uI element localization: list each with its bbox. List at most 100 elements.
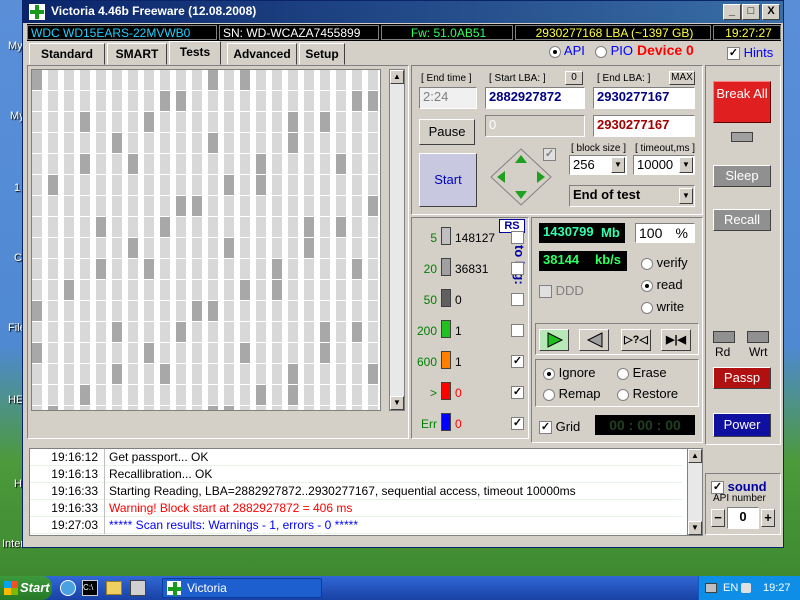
tab-advanced[interactable]: Advanced: [227, 43, 297, 65]
scan-block: [80, 154, 90, 174]
power-button[interactable]: Power: [713, 413, 771, 437]
ddd-check[interactable]: [539, 285, 552, 299]
play-backward-button[interactable]: [579, 329, 609, 351]
hints-check[interactable]: ✓: [727, 47, 740, 61]
grid-checkbox[interactable]: ✓ Grid: [539, 419, 580, 435]
read-label: read: [656, 277, 683, 292]
hints-checkbox[interactable]: ✓ Hints: [727, 45, 773, 61]
sound-checkbox[interactable]: ✓ sound: [711, 479, 767, 495]
minimize-button[interactable]: _: [723, 4, 741, 20]
api-number-field[interactable]: 0: [727, 507, 759, 529]
end-lba-max-button[interactable]: MAX: [669, 71, 695, 85]
close-button[interactable]: X: [762, 4, 780, 20]
verify-radio-dot[interactable]: [641, 257, 653, 270]
stats-log-checkbox[interactable]: ✓: [511, 417, 524, 430]
scan-block: [208, 154, 218, 174]
erase-radio[interactable]: Erase: [617, 365, 667, 380]
sleep-button[interactable]: Sleep: [713, 165, 771, 187]
stats-log-checkbox[interactable]: [511, 293, 524, 306]
ie-icon[interactable]: [60, 580, 76, 596]
desktop-icon-label[interactable]: C: [14, 252, 22, 264]
passport-button[interactable]: Passp: [713, 367, 771, 389]
grid-check[interactable]: ✓: [539, 421, 552, 435]
log-row: 19:16:13 Recallibration... OK: [30, 466, 682, 483]
device-label[interactable]: Device 0: [637, 42, 694, 58]
maximize-button[interactable]: □: [742, 4, 760, 20]
end-lba-field[interactable]: 2930277167: [593, 87, 695, 109]
api-decrement-button[interactable]: −: [711, 509, 725, 527]
tab-tests[interactable]: Tests: [169, 41, 221, 65]
stats-log-checkbox[interactable]: ✓: [511, 386, 524, 399]
write-radio-dot[interactable]: [641, 301, 653, 314]
block-size-dropdown-icon[interactable]: ▼: [611, 157, 625, 173]
stats-log-checkbox[interactable]: [511, 262, 524, 275]
start-button[interactable]: Start: [0, 576, 52, 600]
folder-icon[interactable]: [106, 581, 122, 595]
start-button[interactable]: Start: [419, 153, 477, 207]
timeout-dropdown-icon[interactable]: ▼: [679, 157, 693, 173]
start-lba-field[interactable]: 2882927872: [485, 87, 585, 109]
scan-block: [208, 217, 218, 237]
desktop-icon-label[interactable]: HE: [8, 394, 23, 406]
scan-block: [64, 133, 74, 153]
desktop-icon-label[interactable]: 1: [14, 182, 20, 194]
remap-radio-dot[interactable]: [543, 388, 555, 401]
tab-setup[interactable]: Setup: [299, 43, 345, 65]
tab-smart[interactable]: SMART: [107, 43, 167, 65]
scan-block: [128, 406, 138, 410]
restore-radio[interactable]: Restore: [617, 386, 678, 401]
write-radio[interactable]: write: [641, 299, 684, 314]
end-action-select[interactable]: End of test: [569, 185, 695, 207]
scan-block: [288, 385, 298, 405]
api-increment-button[interactable]: +: [761, 509, 775, 527]
play-forward-button[interactable]: [539, 329, 569, 351]
taskbar-victoria-button[interactable]: Victoria: [162, 578, 322, 598]
pio-radio-dot[interactable]: [595, 45, 607, 58]
desktop-icon-label[interactable]: H: [14, 478, 22, 490]
stats-log-checkbox[interactable]: ✓: [511, 355, 524, 368]
scan-block: [160, 175, 170, 195]
scroll-up-icon[interactable]: ▲: [390, 70, 404, 84]
scan-block: [176, 280, 186, 300]
log-scroll-down-icon[interactable]: ▼: [688, 521, 702, 535]
remap-radio[interactable]: Remap: [543, 386, 601, 401]
verify-radio[interactable]: verify: [641, 255, 688, 270]
butterfly-button[interactable]: ▶|◀: [661, 329, 691, 351]
stats-log-checkbox[interactable]: [511, 231, 524, 244]
disk-tool-icon[interactable]: [130, 580, 146, 596]
ignore-radio[interactable]: Ignore: [543, 365, 596, 380]
title-bar[interactable]: Victoria 4.46b Freeware (12.08.2008) _ □…: [23, 1, 783, 23]
tab-standard[interactable]: Standard: [29, 43, 105, 65]
break-all-button[interactable]: Break All: [713, 81, 771, 123]
scroll-down-icon[interactable]: ▼: [390, 396, 404, 410]
end-action-dropdown-icon[interactable]: ▼: [679, 188, 693, 204]
volume-icon[interactable]: [741, 583, 751, 593]
network-icon[interactable]: [705, 583, 717, 593]
log-scroll-up-icon[interactable]: ▲: [688, 449, 702, 463]
desktop-icon-label[interactable]: My: [8, 40, 23, 52]
scan-block: [368, 385, 378, 405]
pio-radio[interactable]: PIO: [595, 43, 633, 58]
restore-radio-dot[interactable]: [617, 388, 629, 401]
ddd-checkbox[interactable]: DDD: [539, 283, 584, 299]
recall-button[interactable]: Recall: [713, 209, 771, 231]
erase-radio-dot[interactable]: [617, 367, 629, 380]
language-indicator[interactable]: EN: [723, 576, 738, 600]
random-seek-button[interactable]: ▷?◁: [621, 329, 651, 351]
ignore-radio-dot[interactable]: [543, 367, 555, 380]
stats-log-checkbox[interactable]: [511, 324, 524, 337]
api-radio[interactable]: API: [549, 43, 585, 58]
current-lba-field: 0: [485, 115, 585, 137]
direction-check[interactable]: ✓: [543, 148, 556, 162]
pause-button[interactable]: Pause: [419, 119, 475, 145]
api-radio-dot[interactable]: [549, 45, 561, 58]
cmd-icon[interactable]: C:\: [82, 580, 98, 596]
direction-checkbox[interactable]: ✓: [543, 147, 556, 162]
read-radio-dot[interactable]: [641, 279, 653, 292]
log-scrollbar[interactable]: ▲ ▼: [687, 448, 703, 536]
drive-capacity: 2930277168 LBA (~1397 GB): [515, 25, 711, 40]
end-time-field[interactable]: 2:24: [419, 87, 477, 109]
start-lba-zero-button[interactable]: 0: [565, 71, 583, 85]
grid-scrollbar[interactable]: ▲ ▼: [389, 69, 405, 411]
read-radio[interactable]: read: [641, 277, 683, 292]
